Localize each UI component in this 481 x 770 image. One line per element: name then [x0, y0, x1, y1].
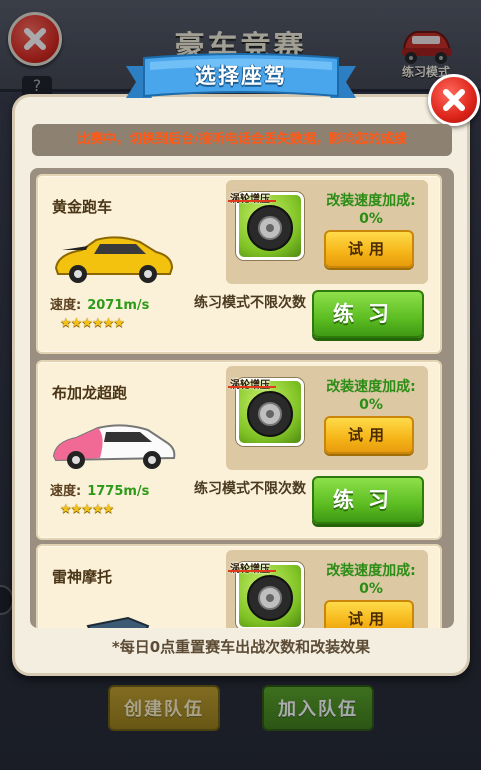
motorcycle-icon: [86, 616, 150, 628]
star-rating: ★★★★★: [60, 502, 114, 517]
practice-button[interactable]: 练习: [312, 290, 424, 338]
car-card: 雷神摩托 涡轮增压 改装速度加成: 0% 试用: [36, 544, 442, 628]
turbo-tag: 涡轮增压: [228, 190, 276, 205]
close-icon: [443, 89, 465, 111]
turbo-tag: 涡轮增压: [228, 376, 276, 391]
practice-note: 练习模式不限次数: [194, 481, 306, 497]
mod-bonus-label: 改装速度加成:: [326, 379, 416, 395]
car-name: 布加龙超跑: [52, 384, 128, 402]
reset-note: *每日0点重置赛车出战次数和改装效果: [111, 638, 371, 656]
mod-bonus-value: 0%: [359, 211, 383, 227]
car-card: 布加龙超跑 速度: 1775m/s ★★★★★ 涡轮增压 改装速度加成: 0% 试…: [36, 360, 442, 540]
car-list[interactable]: 黄金跑车 速度: 2071m/s ★★★★★★ 涡轮增压 改装速度加成: 0% 试…: [30, 168, 454, 628]
practice-note: 练习模式不限次数: [194, 295, 306, 311]
car-icon: [54, 236, 174, 283]
dialog-close-button[interactable]: [428, 74, 480, 126]
mod-bonus: 改装速度加成: 0%: [312, 562, 430, 598]
speed-info: 速度: 2071m/s: [50, 294, 149, 313]
speed-value: 2071m/s: [87, 298, 150, 313]
speed-label: 速度:: [50, 484, 82, 499]
turbo-tag: 涡轮增压: [228, 560, 276, 575]
dialog-title: 选择座驾: [195, 64, 287, 88]
car-icon: [52, 424, 176, 469]
practice-button[interactable]: 练习: [312, 476, 424, 524]
try-button[interactable]: 试用: [324, 600, 414, 628]
car-card: 黄金跑车 速度: 2071m/s ★★★★★★ 涡轮增压 改装速度加成: 0% 试…: [36, 174, 442, 354]
mod-bonus: 改装速度加成: 0%: [312, 378, 430, 414]
car-name: 黄金跑车: [52, 198, 113, 216]
try-button[interactable]: 试用: [324, 230, 414, 268]
mod-bonus-value: 0%: [359, 397, 383, 413]
warning-banner: 比赛中，切换到后台/接听电话会丢失数据，影响您的成绩: [32, 124, 452, 156]
car-name: 雷神摩托: [52, 568, 113, 586]
speed-label: 速度:: [50, 298, 82, 313]
star-rating: ★★★★★★: [60, 316, 125, 331]
speed-info: 速度: 1775m/s: [50, 480, 149, 499]
mod-bonus-label: 改装速度加成:: [326, 193, 416, 209]
mod-bonus: 改装速度加成: 0%: [312, 192, 430, 228]
speed-value: 1775m/s: [87, 484, 150, 499]
try-button[interactable]: 试用: [324, 416, 414, 454]
mod-bonus-label: 改装速度加成:: [326, 563, 416, 579]
mod-bonus-value: 0%: [359, 581, 383, 597]
